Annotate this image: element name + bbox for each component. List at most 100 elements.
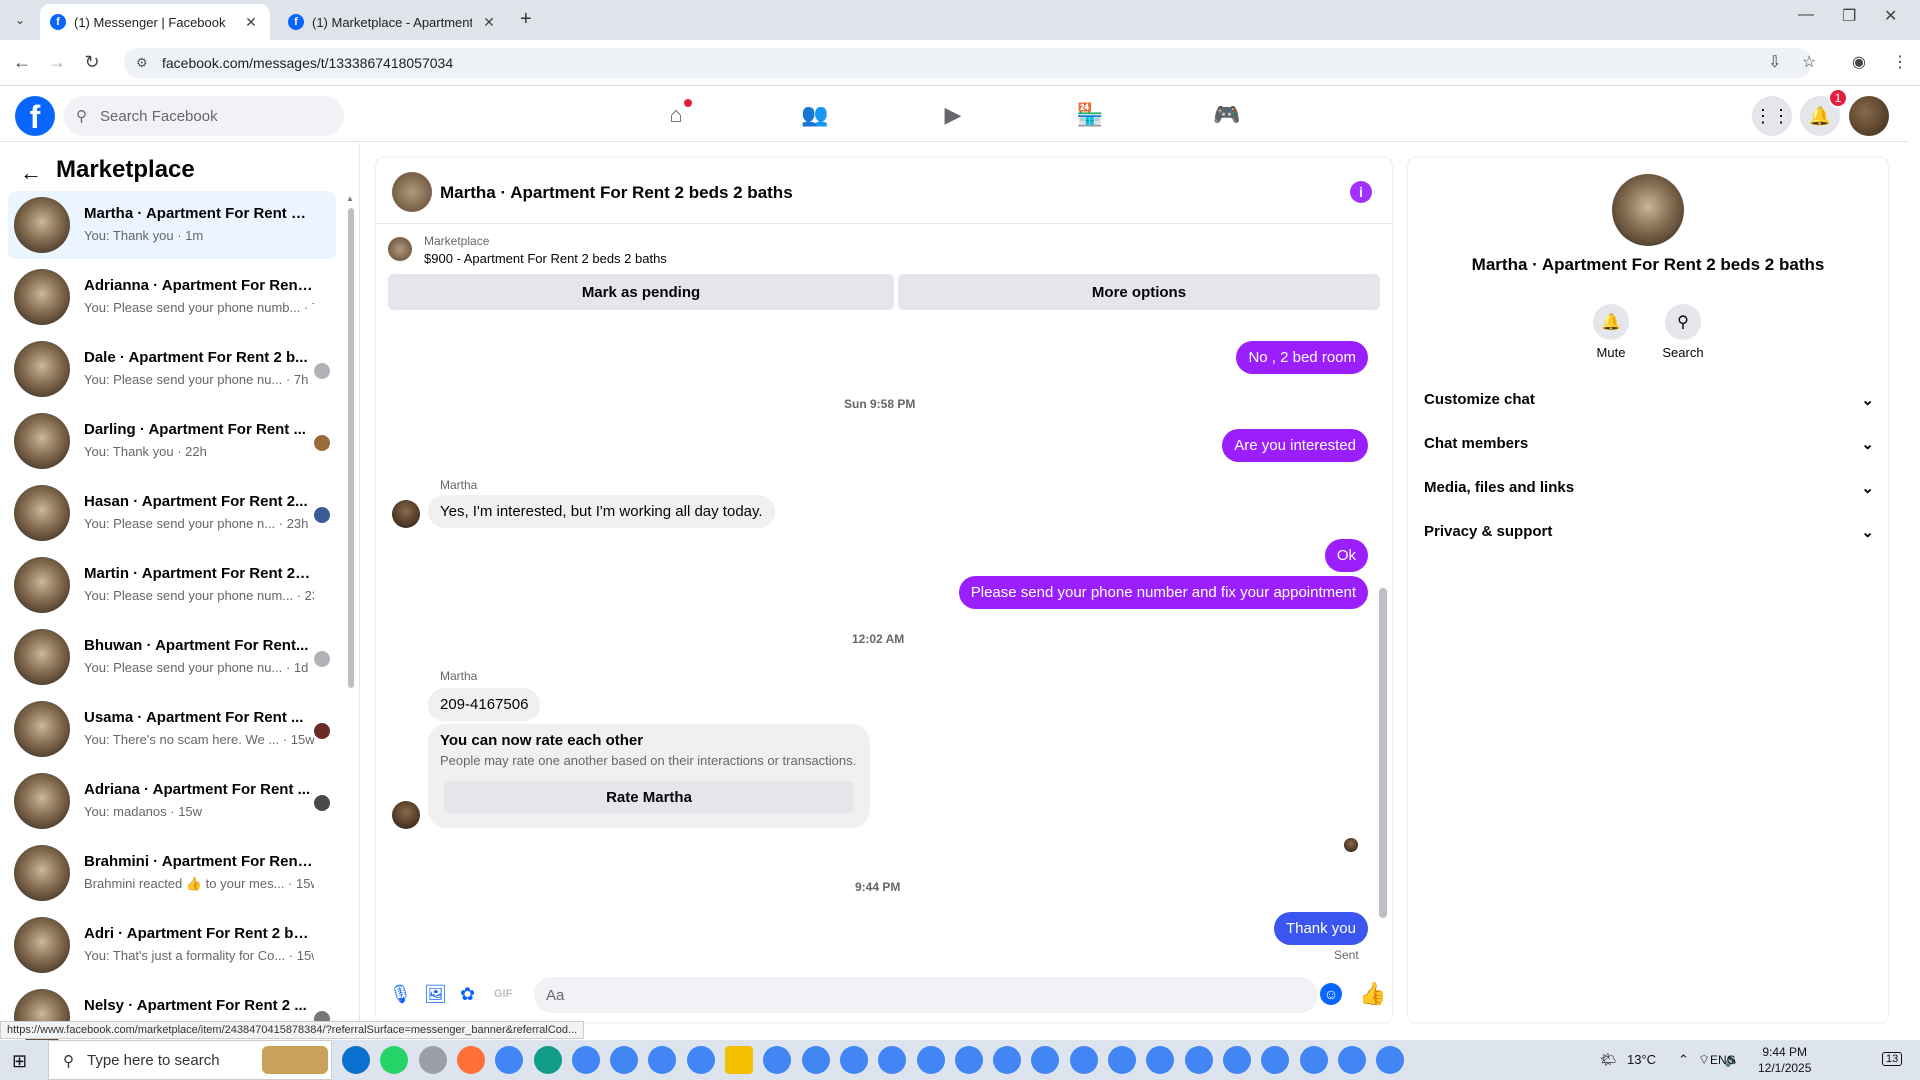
site-info-icon[interactable]: ⚙ [136,55,148,71]
conversation-item[interactable]: Darling · Apartment For Rent ... You: Tha… [8,407,336,475]
chrome-icon[interactable] [1069,1046,1098,1074]
message-input[interactable]: Aa [534,977,1318,1013]
url-bar[interactable]: ⚙ facebook.com/messages/t/13338674180570… [124,48,1812,78]
menu-kebab-icon[interactable]: ⋮ [1892,52,1908,72]
back-arrow-icon[interactable]: ← [20,160,42,186]
install-app-icon[interactable]: ⇩ [1768,52,1781,72]
friends-icon[interactable]: 👥 [800,102,830,128]
chrome-icon[interactable] [801,1046,830,1074]
chat-scrollbar[interactable] [1379,588,1387,918]
chrome-icon[interactable] [1184,1046,1213,1074]
back-icon[interactable]: ← [10,52,34,73]
listing-title[interactable]: $900 - Apartment For Rent 2 beds 2 baths [424,251,667,266]
minimize-icon[interactable]: — [1798,6,1814,24]
info-icon[interactable]: i [1350,181,1372,203]
forward-icon[interactable]: → [45,52,69,73]
conversation-item[interactable]: Brahmini · Apartment For Rent 2... Brahmi… [8,839,336,907]
section-privacy-support[interactable]: Privacy & support ⌄ [1424,523,1874,541]
app-icon[interactable] [533,1046,562,1074]
chrome-icon[interactable] [1299,1046,1328,1074]
outgoing-message[interactable]: Are you interested [1222,429,1368,462]
outgoing-message[interactable]: Ok [1324,539,1368,572]
chrome-icon[interactable] [686,1046,715,1074]
facebook-search-input[interactable]: ⚲ Search Facebook [64,96,344,136]
marketplace-icon[interactable]: 🏪 [1075,102,1105,128]
conversation-item[interactable]: Martin · Apartment For Rent 2 b... You: P… [8,551,336,619]
chrome-icon[interactable] [954,1046,983,1074]
video-icon[interactable]: ▶ [938,102,968,128]
restore-icon[interactable]: ❐ [1842,6,1856,26]
conversation-item[interactable]: Usama · Apartment For Rent ... You: There… [8,695,336,763]
chrome-icon[interactable] [610,1046,639,1074]
conversation-item[interactable]: Adrianna · Apartment For Rent ... You: Pl… [8,263,336,331]
gaming-icon[interactable]: 🎮 [1212,102,1242,128]
chrome-icon[interactable] [839,1046,868,1074]
facebook-logo-icon[interactable]: f [15,96,55,136]
thumbs-up-icon[interactable]: 👍 [1359,981,1386,1007]
tray-chevron-icon[interactable]: ⌃ [1678,1052,1689,1068]
close-window-icon[interactable]: ✕ [1884,6,1897,26]
mute-bell-icon[interactable]: 🔔 [1593,304,1629,340]
sender-avatar[interactable] [392,500,420,528]
chrome-icon[interactable] [878,1046,907,1074]
chrome-icon[interactable] [495,1046,524,1074]
chat-title[interactable]: Martha · Apartment For Rent 2 beds 2 bat… [440,183,793,203]
incoming-message[interactable]: Yes, I'm interested, but I'm working all… [428,495,775,528]
outgoing-message[interactable]: No , 2 bed room [1236,341,1368,374]
sender-avatar[interactable] [392,801,420,829]
microphone-icon[interactable]: 🎙 [389,984,412,1005]
conversation-item[interactable]: Adri · Apartment For Rent 2 bed... You: T… [8,911,336,979]
weather-icon[interactable]: 🌤 [1600,1052,1617,1068]
emoji-icon[interactable]: ☺ [1320,983,1342,1005]
notification-center-badge[interactable]: 13 [1882,1052,1903,1066]
edge-icon[interactable] [342,1046,370,1074]
menu-grid-icon[interactable]: ⋮⋮ [1752,96,1792,136]
chat-avatar[interactable] [392,172,432,212]
mark-pending-button[interactable]: Mark as pending [388,274,894,310]
network-icon[interactable]: ⌔ [1698,1052,1710,1068]
photo-icon[interactable]: 🖼 [424,984,447,1005]
sticker-icon[interactable]: ✿ [460,984,475,1005]
chrome-icon[interactable] [916,1046,945,1074]
windows-start-icon[interactable]: ⊞ [12,1051,27,1072]
chrome-icon[interactable] [993,1046,1022,1074]
file-explorer-icon[interactable] [725,1046,753,1074]
conversation-item[interactable]: Martha · Apartment For Rent 2 ... You: Th… [8,191,336,259]
tab-marketplace[interactable]: f (1) Marketplace - Apartment Fo ✕ [278,4,508,40]
rate-martha-button[interactable]: Rate Martha [444,781,854,813]
conversation-item[interactable]: Bhuwan · Apartment For Rent... You: Pleas… [8,623,336,691]
account-avatar[interactable] [1849,96,1889,136]
sidebar-scrollbar[interactable] [348,208,354,688]
more-options-button[interactable]: More options [898,274,1380,310]
conversation-item[interactable]: Dale · Apartment For Rent 2 b... You: Ple… [8,335,336,403]
section-chat-members[interactable]: Chat members ⌄ [1424,435,1874,453]
incoming-message[interactable]: 209-4167506 [428,688,541,721]
profile-icon[interactable]: ◉ [1852,52,1866,72]
search-icon[interactable]: ⚲ [1665,304,1701,340]
snipping-tool-icon[interactable] [418,1046,447,1074]
gif-icon[interactable]: GIF [494,988,512,1000]
tab-messenger[interactable]: f (1) Messenger | Facebook ✕ [40,4,270,40]
chrome-icon[interactable] [1337,1046,1366,1074]
tab-search-chevron-icon[interactable]: ⌄ [8,8,32,32]
outgoing-message[interactable]: Please send your phone number and fix yo… [958,576,1368,609]
scroll-up-icon[interactable]: ▲ [346,194,354,203]
close-tab-icon[interactable]: ✕ [242,14,260,31]
reload-icon[interactable]: ↻ [80,52,104,73]
firefox-icon[interactable] [456,1046,485,1074]
chrome-icon[interactable] [571,1046,600,1074]
outgoing-message[interactable]: Thank you [1273,912,1368,945]
conversation-item[interactable]: Hasan · Apartment For Rent 2... You: Plea… [8,479,336,547]
chrome-icon[interactable] [1261,1046,1290,1074]
details-avatar[interactable] [1612,174,1684,246]
temperature-text[interactable]: 13°C [1627,1052,1656,1067]
chrome-icon[interactable] [1222,1046,1251,1074]
taskbar-clock[interactable]: ENG 9:44 PM 12/1/2025 [1710,1044,1811,1076]
section-customize-chat[interactable]: Customize chat ⌄ [1424,391,1874,409]
widgets-icon[interactable] [262,1046,328,1074]
conversation-item[interactable]: Adriana · Apartment For Rent ... You: mad… [8,767,336,835]
new-tab-button[interactable]: + [520,8,532,31]
close-tab-icon[interactable]: ✕ [480,14,498,31]
chrome-icon[interactable] [1376,1046,1405,1074]
listing-thumbnail[interactable] [388,237,412,261]
